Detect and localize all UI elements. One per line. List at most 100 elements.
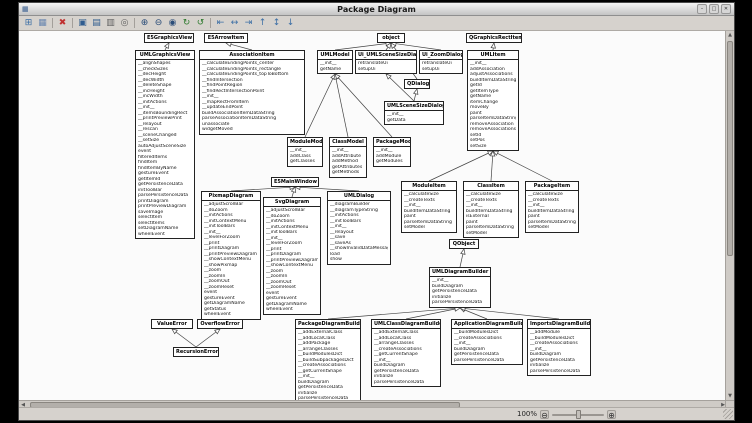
class-name: UMLItem <box>468 51 518 60</box>
class-box-moduleitem[interactable]: ModuleItem__calculateSize__createTexts__… <box>401 181 457 233</box>
align-right-icon[interactable]: ⇥ <box>242 17 255 29</box>
class-members: __addExternalClass__addLocalClass__addPa… <box>296 329 360 400</box>
class-members: __diagramBuilder__diagramTypeString__ini… <box>328 201 390 264</box>
class-box-e5arrowitem[interactable]: E5ArrowItem <box>204 33 248 43</box>
zoom-out-button[interactable]: ⊖ <box>540 410 549 419</box>
class-box-valueerror[interactable]: ValueError <box>151 319 193 329</box>
class-members: __init__addModulegetModules <box>374 147 410 166</box>
class-members: retranslateUisetupUi <box>356 60 416 73</box>
class-name: PackageModel <box>374 138 410 147</box>
toolbar-separator <box>210 18 211 28</box>
class-box-modulemodel[interactable]: ModuleModel__init__addClassgetClasses <box>287 137 323 167</box>
scroll-up-icon[interactable]: ▲ <box>726 31 734 39</box>
save-icon[interactable]: ▣ <box>76 17 89 29</box>
class-members: __adjustScrollBar__doZoom__initActions__… <box>264 207 320 314</box>
class-members: __init__addClassgetClasses <box>288 147 322 166</box>
window-icon: ▦ <box>22 3 29 15</box>
align-bottom-icon[interactable]: ↓ <box>284 17 297 29</box>
class-box-umlscenesizedialog[interactable]: UMLSceneSizeDialog__init__getData <box>384 101 444 125</box>
resize-grip[interactable] <box>723 409 733 419</box>
print-icon[interactable]: ▥ <box>104 17 117 29</box>
class-members: __init__addAssociationadjustAssociations… <box>468 60 518 150</box>
class-box-ui_zoomdialog[interactable]: Ui_ZoomDialogretranslateUisetupUi <box>419 50 463 74</box>
maximize-button[interactable]: □ <box>709 4 719 14</box>
vertical-scrollbar[interactable]: ▲ ▼ <box>725 31 734 400</box>
class-box-associationitem[interactable]: AssociationItem__calculateEndingPoints_c… <box>199 50 305 135</box>
zoom-slider[interactable] <box>552 410 604 419</box>
relayout-icon[interactable]: ↻ <box>180 17 193 29</box>
class-box-packagediagrambuilder[interactable]: PackageDiagramBuilder__addExternalClass_… <box>295 319 361 400</box>
class-name: AssociationItem <box>200 51 304 60</box>
class-box-e5graphicsview[interactable]: E5GraphicsView <box>144 33 194 43</box>
zoom-value: 100% <box>517 410 537 418</box>
class-box-ui_umlscenesizedialog[interactable]: Ui_UMLSceneSizeDialogretranslateUisetupU… <box>355 50 417 74</box>
toolbar-separator <box>52 18 53 28</box>
class-members: __calculateEndingPoints_center__calculat… <box>200 60 304 134</box>
align-top-icon[interactable]: ↑ <box>256 17 269 29</box>
class-name: Ui_ZoomDialog <box>420 51 462 60</box>
class-name: ApplicationDiagramBuilder <box>452 320 522 329</box>
class-box-pixmapdiagram[interactable]: PixmapDiagram__adjustScrollBar__doZoom__… <box>201 191 261 320</box>
class-name: E5MainWindow <box>272 178 318 186</box>
toolbar-separator <box>72 18 73 28</box>
titlebar[interactable]: ▦ Package Diagram – □ ✕ <box>19 3 734 16</box>
class-box-recursionerror[interactable]: RecursionError <box>173 347 219 357</box>
class-box-umlgraphicsview[interactable]: UMLGraphicsView__alignShapes__checkSizes… <box>135 50 195 239</box>
class-name: UMLGraphicsView <box>136 51 194 60</box>
class-name: E5GraphicsView <box>145 34 193 42</box>
zoom-reset-icon[interactable]: ◉ <box>166 17 179 29</box>
rescan-icon[interactable]: ↺ <box>194 17 207 29</box>
class-box-umldiagrambuilder[interactable]: UMLDiagramBuilder__init__buildDiagramget… <box>429 267 491 308</box>
class-members: __addModule__buildModulesDict__createAss… <box>528 329 590 375</box>
class-box-overflowerror[interactable]: OverflowError <box>197 319 243 329</box>
align-left-icon[interactable]: ⇤ <box>214 17 227 29</box>
class-name: UMLModel <box>318 51 352 60</box>
class-members: __adjustScrollBar__doZoom__initActions__… <box>202 201 260 319</box>
close-icon[interactable]: ✖ <box>56 17 69 29</box>
titlebar-buttons: – □ ✕ <box>697 4 731 14</box>
class-box-qobject[interactable]: QObject <box>449 239 479 249</box>
class-box-umlmodel[interactable]: UMLModel__init__getName <box>317 50 353 74</box>
class-box-umlclassdiagrambuilder[interactable]: UMLClassDiagramBuilder__addExternalClass… <box>371 319 441 387</box>
class-members: __init__addAttributeaddMethodgetAttribut… <box>330 147 366 177</box>
class-box-importsdiagrambuilder[interactable]: ImportsDiagramBuilder__addModule__buildM… <box>527 319 591 376</box>
scroll-down-icon[interactable]: ▼ <box>726 392 734 400</box>
zoom-in-icon[interactable]: ⊕ <box>138 17 151 29</box>
zoom-out-icon[interactable]: ⊖ <box>152 17 165 29</box>
class-box-umlitem[interactable]: UMLItem__init__addAssociationadjustAssoc… <box>467 50 519 151</box>
new-window-icon[interactable]: ⊞ <box>22 17 35 29</box>
class-name: QObject <box>450 240 478 248</box>
class-members: retranslateUisetupUi <box>420 60 462 73</box>
class-name: Ui_UMLSceneSizeDialog <box>356 51 416 60</box>
diagram-canvas[interactable]: E5GraphicsView E5ArrowItem object QGraphics… <box>19 31 727 400</box>
save-as-icon[interactable]: ▤ <box>90 17 103 29</box>
class-members: __calculateSize__createTexts__init__buil… <box>526 191 578 232</box>
minimize-button[interactable]: – <box>697 4 707 14</box>
class-box-classitem[interactable]: ClassItem__calculateSize__createTexts__i… <box>463 181 519 238</box>
class-name: UMLClassDiagramBuilder <box>372 320 440 329</box>
class-box-applicationdiagrambuilder[interactable]: ApplicationDiagramBuilder__buildModulesD… <box>451 319 523 365</box>
class-box-packageitem[interactable]: PackageItem__calculateSize__createTexts_… <box>525 181 579 233</box>
class-box-object[interactable]: object <box>377 33 405 43</box>
class-box-qgraphicsrectitem[interactable]: QGraphicsRectItem <box>466 33 522 43</box>
class-members: __init__buildDiagramgetPersistenceDatain… <box>430 277 490 307</box>
zoom-in-button[interactable]: ⊕ <box>607 410 616 419</box>
print-preview-icon[interactable]: ◎ <box>118 17 131 29</box>
close-button[interactable]: ✕ <box>721 4 731 14</box>
class-name: OverflowError <box>198 320 242 328</box>
class-name: ImportsDiagramBuilder <box>528 320 590 329</box>
class-box-e5mainwindow[interactable]: E5MainWindow <box>271 177 319 187</box>
zoom-slider-handle[interactable] <box>576 410 581 419</box>
align-hcenter-icon[interactable]: ↔ <box>228 17 241 29</box>
class-box-svgdiagram[interactable]: SvgDiagram__adjustScrollBar__doZoom__ini… <box>263 197 321 315</box>
align-vcenter-icon[interactable]: ↕ <box>270 17 283 29</box>
vertical-scrollbar-thumb[interactable] <box>727 41 733 256</box>
class-name: QGraphicsRectItem <box>467 34 521 42</box>
class-box-umldialog[interactable]: UMLDialog__diagramBuilder__diagramTypeSt… <box>327 191 391 265</box>
class-box-packagemodel[interactable]: PackageModel__init__addModulegetModules <box>373 137 411 167</box>
class-members: __calculateSize__createTexts__init__buil… <box>464 191 518 237</box>
class-box-qdialog[interactable]: QDialog <box>404 79 430 89</box>
diagram-icon[interactable]: ▦ <box>36 17 49 29</box>
class-box-classmodel[interactable]: ClassModel__init__addAttributeaddMethodg… <box>329 137 367 178</box>
class-members: __calculateSize__createTexts__init__buil… <box>402 191 456 232</box>
